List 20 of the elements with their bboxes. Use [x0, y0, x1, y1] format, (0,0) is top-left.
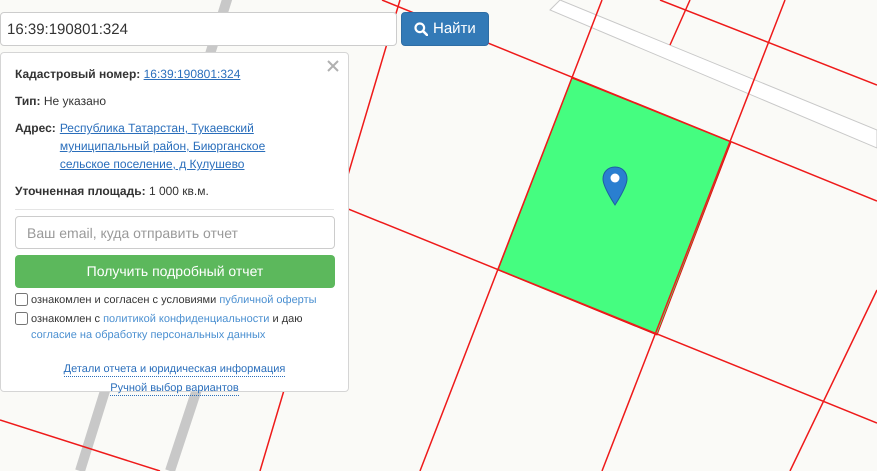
agreement-link[interactable]: политикой конфиденциальности [103, 313, 270, 325]
value-link[interactable]: 16:39:190801:324 [144, 67, 240, 81]
agreement-text: ознакомлен и согласен с условиями публичной оферты [31, 293, 317, 308]
search-field[interactable]: 16:39:190801:324 [0, 12, 397, 46]
checkbox[interactable] [15, 312, 28, 325]
footer-link[interactable]: Детали отчета и юридическая информация [64, 363, 286, 377]
field-row-text: Кадастровый номер: 16:39:190801:324 [15, 66, 242, 83]
agreement-text: ознакомлен с политикой конфиденциальности и даю согласие на обработку персональных данных [31, 312, 304, 343]
address-link[interactable]: Республика Татарстан, Тукаевский муниципальный район, Биюрганское сельское поселение, д Кулушево [60, 119, 274, 173]
map-pin-icon [602, 166, 628, 206]
field-row-text: Тип: Не указано [15, 93, 108, 110]
footer-link[interactable]: Ручной выбор вариантов [110, 382, 239, 396]
agreement-link[interactable]: публичной оферты [219, 294, 317, 306]
search-button[interactable]: Найти [401, 12, 489, 46]
search-icon [414, 22, 428, 36]
checkbox[interactable] [15, 293, 28, 306]
field-row-text: Уточненная площадь: 1 000 кв.м. [15, 183, 210, 200]
agreement-link[interactable]: согласие на обработку персональных данных [31, 329, 266, 341]
field-row: Адрес: Республика Татарстан, Тукаевский муниципальный район, Биюрганское сельское поселение, д Кулушево [15, 119, 274, 173]
email-field[interactable]: Ваш email, куда отправить отчет [15, 216, 335, 249]
